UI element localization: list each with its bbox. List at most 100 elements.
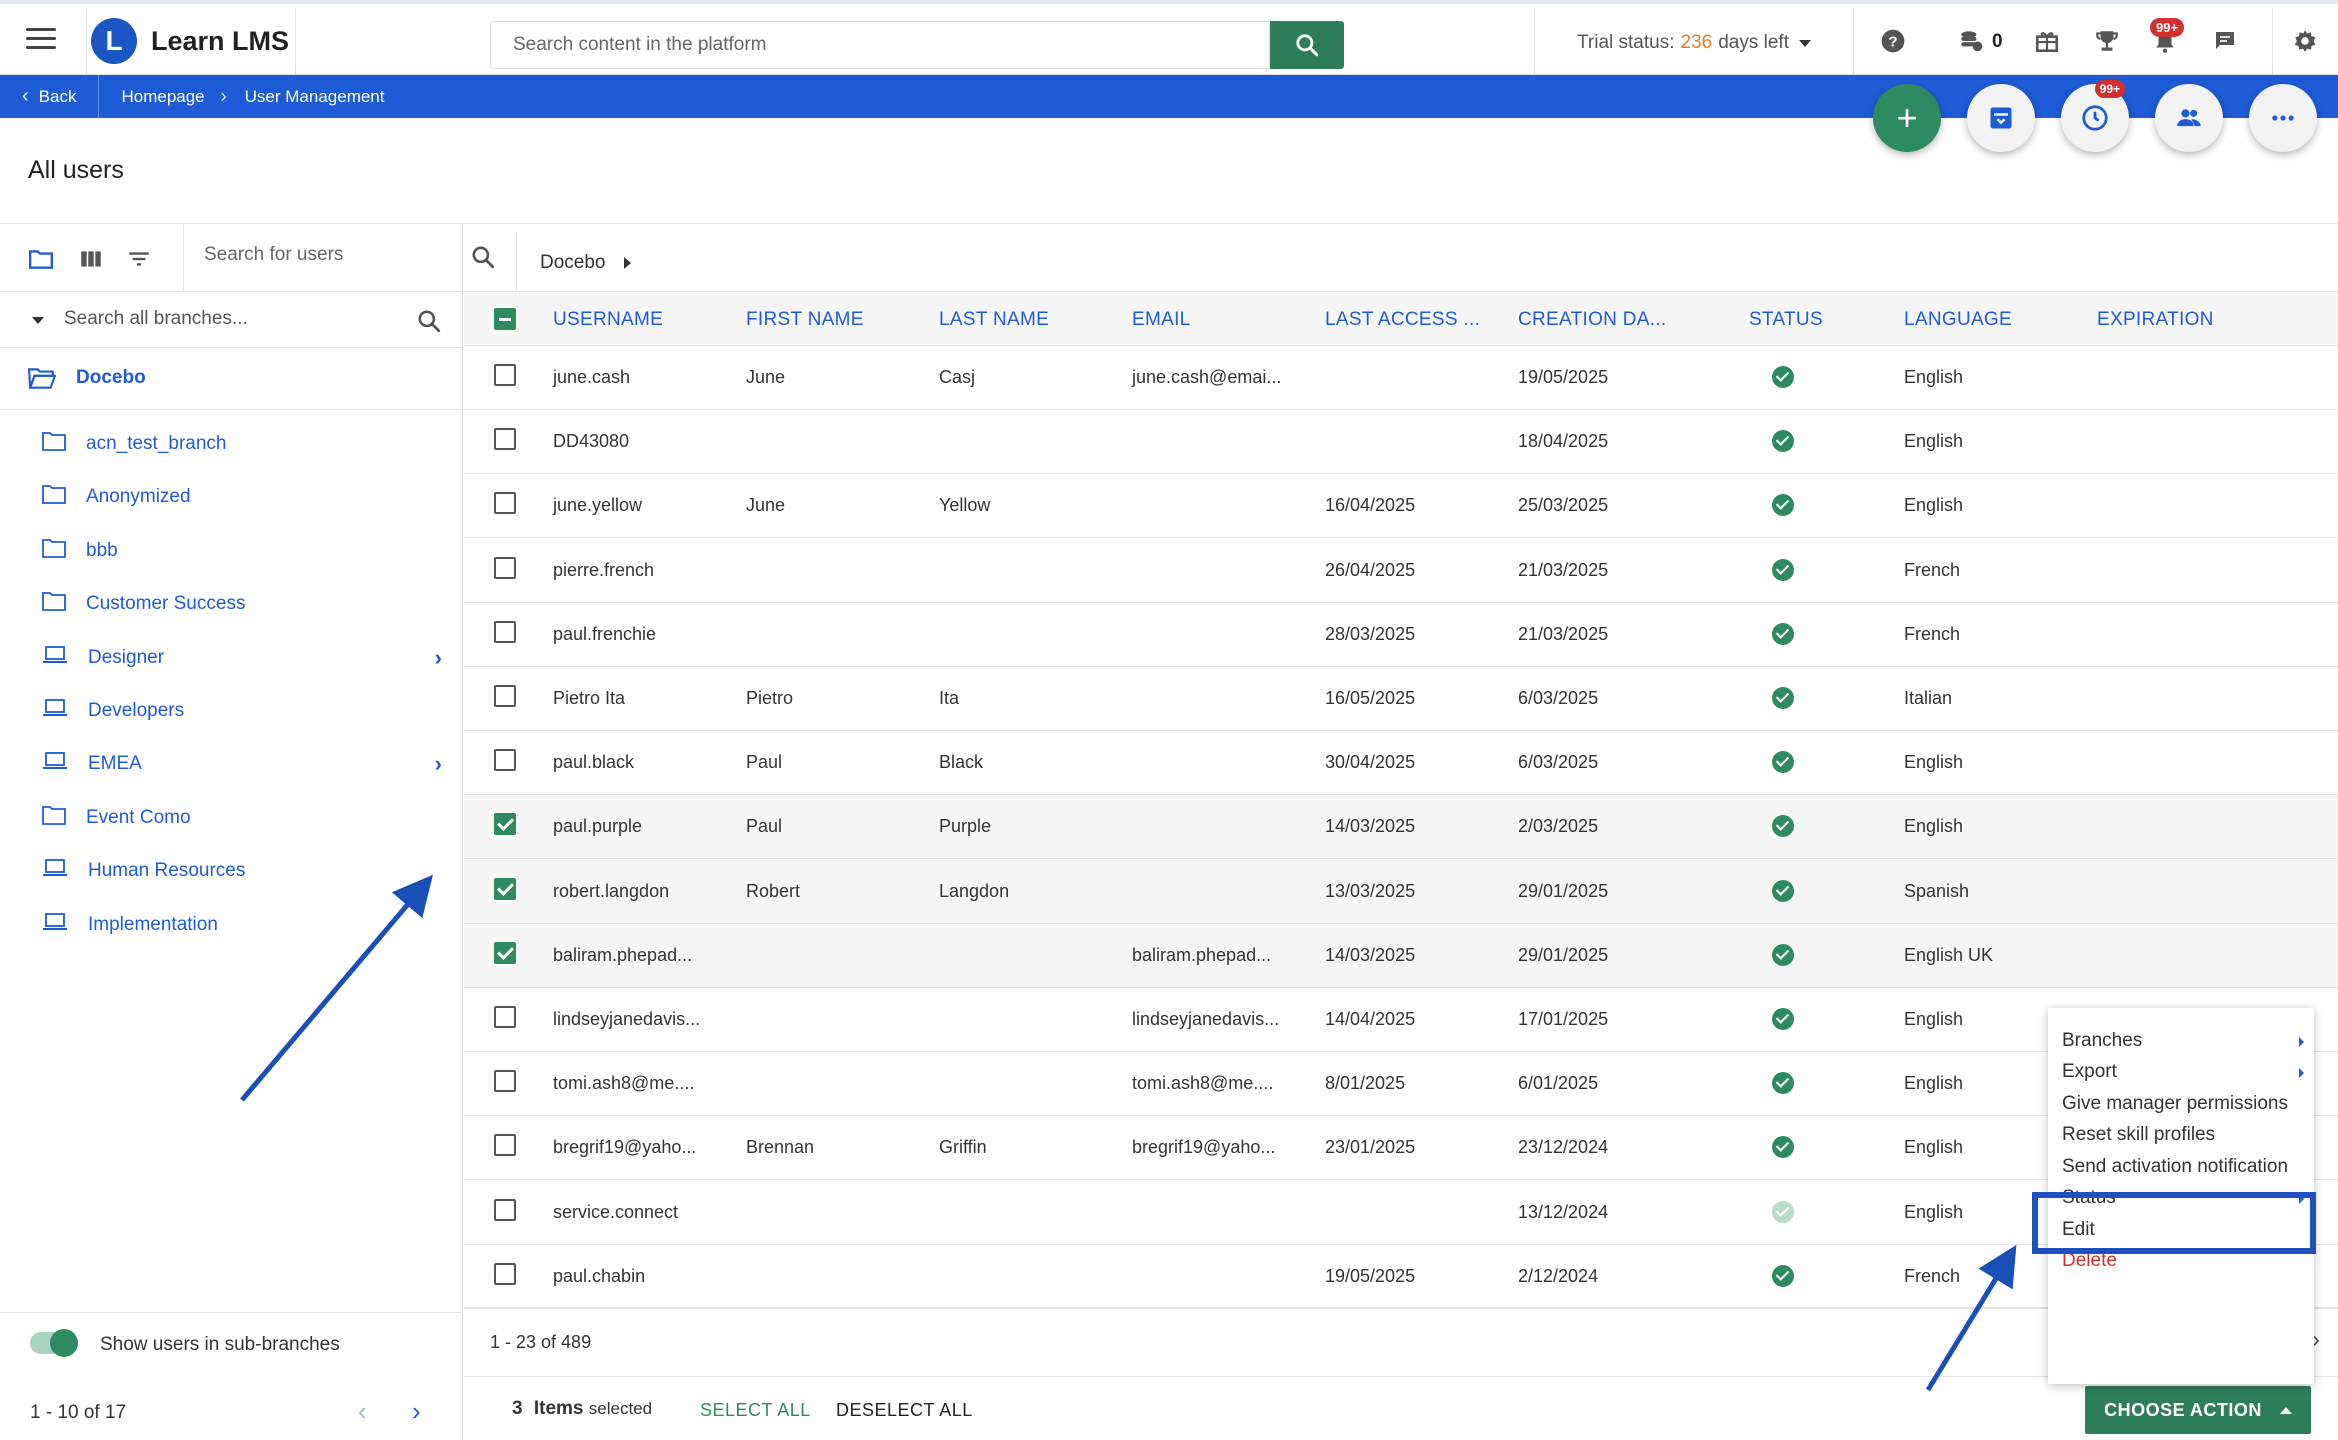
groups-button[interactable] [2155, 84, 2223, 152]
more-options-button[interactable] [2249, 84, 2317, 152]
col-expiration[interactable]: EXPIRATION [2097, 309, 2214, 331]
branch-item-acn-test-branch[interactable]: acn_test_branch [42, 431, 442, 457]
row-checkbox[interactable] [494, 1198, 516, 1221]
cell-username[interactable]: june.yellow [553, 495, 642, 516]
show-sub-branches-toggle[interactable] [30, 1329, 78, 1357]
chevron-right-icon[interactable]: › [435, 751, 442, 777]
col-last-name[interactable]: LAST NAME [939, 309, 1049, 331]
current-branch-label[interactable]: Docebo [540, 252, 606, 274]
row-checkbox[interactable] [494, 428, 516, 451]
archive-button[interactable] [1967, 84, 2035, 152]
table-row[interactable]: baliram.phepad... baliram.phepad... 14/03/… [464, 923, 2338, 988]
next-page-icon[interactable]: › [412, 1396, 421, 1427]
row-checkbox[interactable] [494, 1262, 516, 1285]
branch-search-input[interactable] [64, 308, 404, 330]
col-email[interactable]: EMAIL [1132, 309, 1191, 331]
search-icon[interactable] [416, 308, 442, 334]
cell-username[interactable]: service.connect [553, 1202, 678, 1223]
col-status[interactable]: STATUS [1749, 309, 1823, 331]
cell-username[interactable]: paul.black [553, 752, 634, 773]
gear-icon[interactable] [2290, 26, 2320, 56]
table-row[interactable]: june.cash June Casj june.cash@emai... 19/05/… [464, 346, 2338, 410]
help-icon[interactable]: ? [1878, 26, 1908, 56]
chat-icon[interactable] [2210, 26, 2240, 56]
row-checkbox[interactable] [494, 749, 516, 772]
branch-item-event-como[interactable]: Event Como [42, 805, 442, 831]
branch-item-implementation[interactable]: Implementation [42, 912, 442, 938]
branch-item-bbb[interactable]: bbb [42, 538, 442, 564]
table-row[interactable]: robert.langdon Robert Langdon 13/03/2025 29/… [464, 859, 2338, 924]
columns-icon[interactable] [76, 244, 106, 274]
cell-username[interactable]: robert.langdon [553, 881, 669, 902]
select-all-checkbox[interactable] [494, 308, 516, 330]
table-row[interactable]: DD43080 18/04/2025 English [464, 410, 2338, 475]
col-creation-date[interactable]: CREATION DA... [1518, 309, 1666, 331]
cell-username[interactable]: june.cash [553, 367, 630, 388]
cell-username[interactable]: pierre.french [553, 560, 654, 581]
table-row[interactable]: Pietro Ita Pietro Ita 16/05/2025 6/03/2025 It… [464, 667, 2338, 731]
branch-item-designer[interactable]: Designer › [42, 645, 442, 671]
cell-username[interactable]: baliram.phepad... [553, 945, 692, 966]
chevron-right-icon[interactable]: › [435, 645, 442, 671]
app-logo[interactable]: L Learn LMS [86, 8, 296, 74]
prev-page-icon[interactable]: ‹ [358, 1396, 367, 1427]
caret-right-icon[interactable] [624, 257, 631, 269]
branch-item-emea[interactable]: EMEA › [42, 751, 442, 777]
table-row[interactable]: paul.purple Paul Purple 14/03/2025 2/03/2025… [464, 795, 2338, 860]
menu-item-send-activation-notification[interactable]: Send activation notification [2062, 1156, 2288, 1178]
hamburger-menu-icon[interactable] [26, 28, 56, 52]
folder-view-icon[interactable] [26, 244, 56, 274]
row-checkbox[interactable] [494, 1006, 516, 1028]
filter-icon[interactable] [124, 244, 154, 274]
breadcrumb-homepage[interactable]: Homepage [121, 87, 204, 107]
cell-username[interactable]: tomi.ash8@me.... [553, 1073, 694, 1094]
menu-item-reset-skill-profiles[interactable]: Reset skill profiles [2062, 1124, 2215, 1146]
root-branch[interactable]: Docebo [28, 366, 146, 390]
row-checkbox[interactable] [494, 941, 516, 964]
trial-status[interactable]: Trial status: 236 days left [1534, 8, 1854, 78]
row-checkbox[interactable] [494, 685, 516, 707]
cell-username[interactable]: bregrif19@yaho... [553, 1137, 696, 1158]
col-language[interactable]: LANGUAGE [1904, 309, 2012, 331]
row-checkbox[interactable] [494, 877, 516, 900]
branch-item-developers[interactable]: Developers [42, 698, 442, 724]
branch-item-customer-success[interactable]: Customer Success [42, 591, 442, 617]
col-first-name[interactable]: FIRST NAME [746, 309, 864, 331]
select-all-button[interactable]: SELECT ALL [700, 1400, 811, 1421]
table-row[interactable]: june.yellow June Yellow 16/04/2025 25/03/202… [464, 474, 2338, 539]
cell-username[interactable]: paul.purple [553, 816, 642, 837]
cell-username[interactable]: paul.frenchie [553, 624, 656, 645]
cell-username[interactable]: Pietro Ita [553, 688, 625, 709]
add-user-button[interactable]: + [1873, 84, 1941, 152]
branch-item-anonymized[interactable]: Anonymized [42, 484, 442, 510]
caret-down-icon[interactable] [32, 317, 44, 324]
breadcrumb-user-management[interactable]: User Management [245, 87, 385, 107]
row-checkbox[interactable] [494, 492, 516, 515]
branch-item-human-resources[interactable]: Human Resources [42, 858, 442, 884]
trophy-icon[interactable] [2092, 26, 2122, 56]
row-checkbox[interactable] [494, 1134, 516, 1157]
search-button[interactable] [1270, 21, 1344, 69]
menu-item-give-manager-permissions[interactable]: Give manager permissions [2062, 1093, 2288, 1115]
col-last-access[interactable]: LAST ACCESS ... [1325, 309, 1480, 331]
table-row[interactable]: pierre.french 26/04/2025 21/03/2025 French [464, 539, 2338, 603]
deselect-all-button[interactable]: DESELECT ALL [836, 1400, 973, 1421]
platform-search-input[interactable] [491, 34, 1269, 56]
choose-action-button[interactable]: CHOOSE ACTION [2085, 1386, 2311, 1434]
row-checkbox[interactable] [494, 556, 516, 579]
history-button[interactable]: 99+ [2061, 80, 2129, 152]
gift-icon[interactable] [2032, 26, 2062, 56]
row-checkbox[interactable] [494, 364, 516, 386]
col-username[interactable]: USERNAME [553, 309, 663, 331]
cell-username[interactable]: lindseyjanedavis... [553, 1009, 700, 1030]
cell-username[interactable]: paul.chabin [553, 1266, 645, 1287]
menu-item-branches[interactable]: Branches [2062, 1030, 2142, 1052]
cell-username[interactable]: DD43080 [553, 431, 629, 452]
table-row[interactable]: paul.black Paul Black 30/04/2025 6/03/2025 En… [464, 731, 2338, 796]
table-row[interactable]: paul.frenchie 28/03/2025 21/03/2025 French [464, 603, 2338, 667]
menu-item-export[interactable]: Export [2062, 1061, 2117, 1083]
row-checkbox[interactable] [494, 813, 516, 836]
coins-icon[interactable] [1956, 26, 1986, 56]
row-checkbox[interactable] [494, 620, 516, 643]
user-search-input[interactable] [204, 244, 454, 266]
